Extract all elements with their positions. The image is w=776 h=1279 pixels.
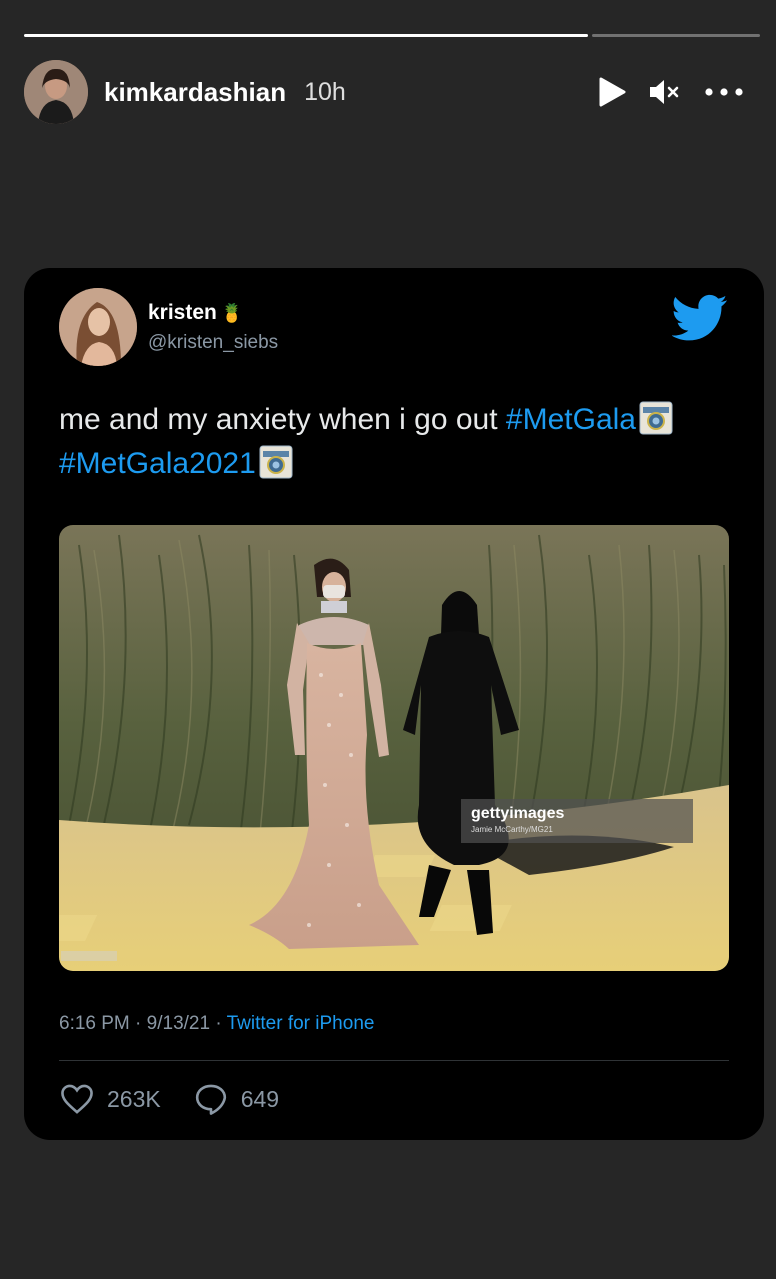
getty-logo-text: gettyimages — [471, 805, 565, 822]
story-header: kimkardashian 10h — [24, 60, 760, 124]
twitter-bird-icon — [672, 294, 728, 341]
camera-emoji-icon — [639, 401, 673, 435]
tweet-metadata: 6:16 PM · 9/13/21 · Twitter for iPhone — [59, 1013, 374, 1035]
story-avatar[interactable] — [24, 60, 88, 124]
mute-icon — [650, 80, 679, 104]
tweet-photo[interactable]: gettyimages Jamie McCarthy/MG21 — [59, 525, 729, 971]
tweet-author-name: kristen 🍍 — [148, 301, 243, 325]
tweet-divider — [59, 1060, 729, 1061]
meta-separator: · — [215, 1013, 227, 1034]
tweet-body: me and my anxiety when i go out #MetGala… — [59, 398, 749, 486]
more-icon — [705, 88, 743, 96]
tweet-author-handle: @kristen_siebs — [148, 332, 279, 353]
like-button[interactable]: 263K — [59, 1083, 161, 1115]
mute-button[interactable] — [648, 77, 682, 107]
photo-credit: Jamie McCarthy/MG21 — [471, 825, 553, 834]
story-progress-bar — [24, 34, 760, 37]
reply-button[interactable]: 649 — [193, 1083, 279, 1115]
camera-emoji-icon — [259, 445, 293, 479]
progress-segment-viewed — [24, 34, 588, 37]
tweet-time: 6:16 PM — [59, 1013, 130, 1034]
pineapple-emoji: 🍍 — [220, 302, 244, 323]
met-gala-photo — [59, 525, 729, 971]
tweet-date: 9/13/21 — [146, 1013, 211, 1034]
tweet-source-link[interactable]: Twitter for iPhone — [227, 1013, 375, 1034]
reply-icon — [195, 1084, 226, 1115]
heart-icon — [61, 1084, 93, 1114]
reply-count: 649 — [240, 1085, 280, 1112]
meta-separator: · — [135, 1013, 147, 1034]
progress-segment-remaining — [591, 34, 760, 37]
story-username[interactable]: kimkardashian — [104, 77, 286, 108]
avatar-image — [24, 60, 88, 124]
tweet-avatar-image — [59, 288, 137, 366]
more-options-button[interactable] — [704, 87, 744, 97]
play-icon — [599, 77, 626, 107]
story-controls — [598, 77, 760, 107]
play-button[interactable] — [598, 77, 626, 107]
story-timestamp: 10h — [304, 77, 346, 106]
tweet-card[interactable]: kristen 🍍 @kristen_siebs me and my anxie… — [24, 268, 764, 1140]
hashtag-metgala2021[interactable]: #MetGala2021 — [59, 447, 256, 480]
like-count: 263K — [107, 1085, 161, 1112]
author-name-text: kristen — [148, 301, 217, 324]
tweet-text: me and my anxiety when i go out — [59, 403, 506, 436]
tweet-stats: 263K 649 — [59, 1083, 311, 1115]
hashtag-metgala[interactable]: #MetGala — [506, 403, 636, 436]
tweet-author-avatar — [59, 288, 137, 366]
getty-watermark: gettyimages Jamie McCarthy/MG21 — [461, 799, 693, 843]
